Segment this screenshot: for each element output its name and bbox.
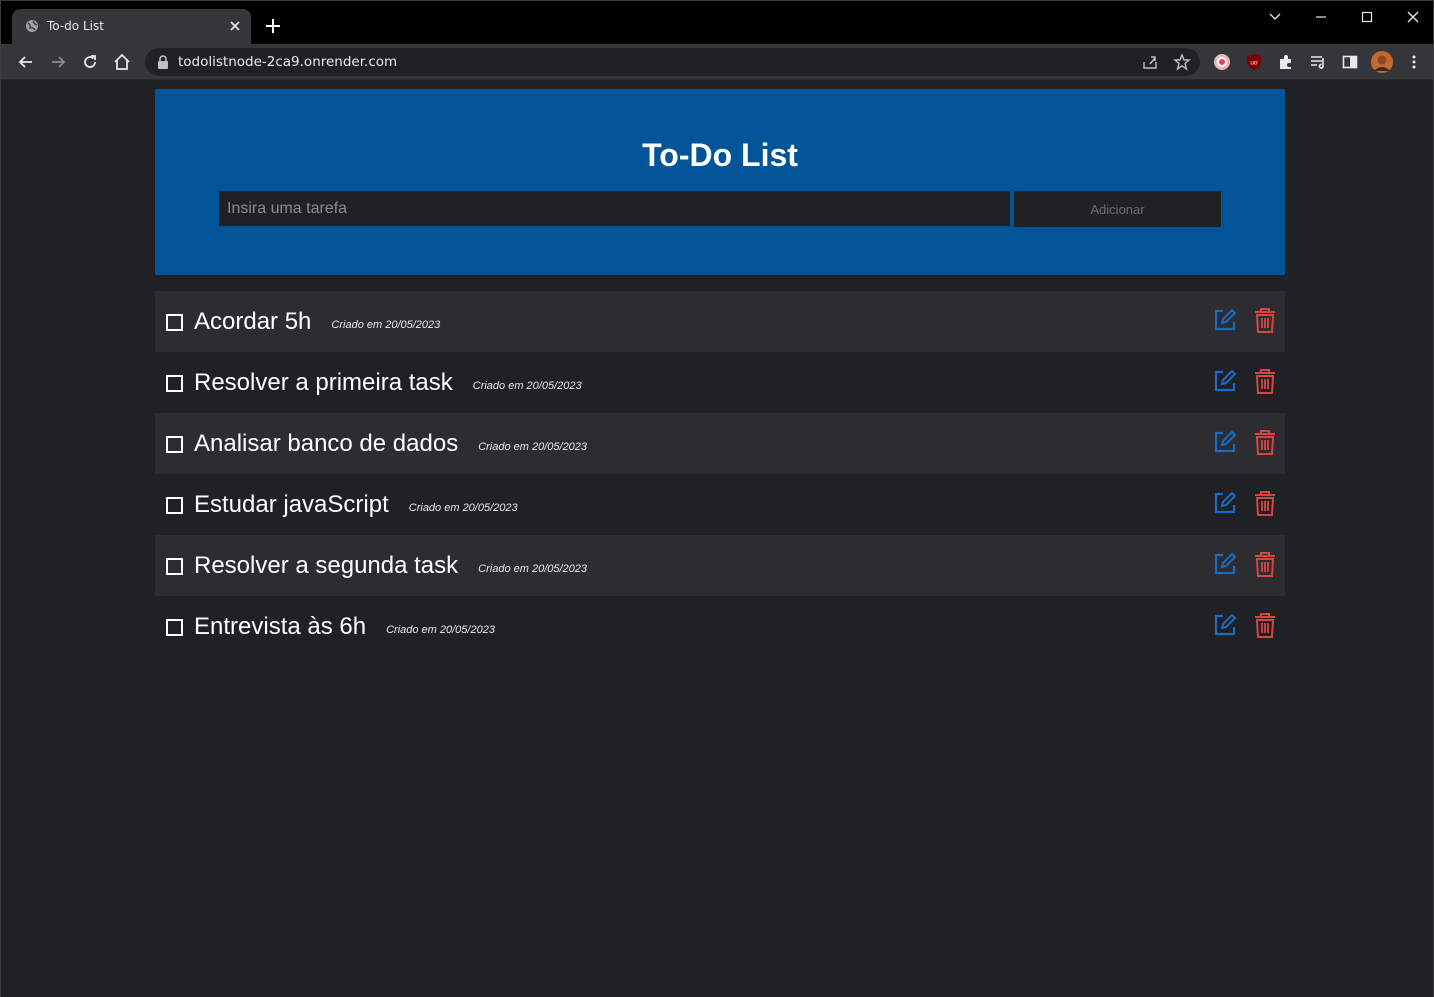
- media-queue-icon[interactable]: [1308, 52, 1328, 72]
- task-row: Resolver a segunda task Criado em 20/05/2…: [155, 535, 1285, 596]
- url-text: todolistnode-2ca9.onrender.com: [178, 54, 398, 70]
- task-row: Acordar 5h Criado em 20/05/2023: [155, 291, 1285, 352]
- chevron-down-icon[interactable]: [1265, 7, 1285, 27]
- ublock-icon[interactable]: uo: [1244, 52, 1264, 72]
- task-checkbox[interactable]: [166, 314, 183, 331]
- maximize-icon[interactable]: [1357, 7, 1377, 27]
- bookmark-star-icon[interactable]: [1173, 53, 1191, 71]
- back-icon[interactable]: [16, 52, 36, 72]
- page-content: To-Do List Adicionar Acordar 5h Criado em…: [1, 81, 1433, 997]
- task-checkbox[interactable]: [166, 375, 183, 392]
- edit-icon[interactable]: [1213, 613, 1237, 637]
- add-task-button[interactable]: Adicionar: [1014, 191, 1221, 227]
- tab-strip: To-do List: [1, 1, 1433, 44]
- task-row: Resolver a primeira task Criado em 20/05/…: [155, 352, 1285, 413]
- close-icon[interactable]: [227, 18, 243, 34]
- browser-toolbar: todolistnode-2ca9.onrender.com uo: [1, 44, 1433, 80]
- page-title: To-Do List: [642, 137, 798, 173]
- task-name: Estudar javaScript: [194, 491, 389, 518]
- side-panel-icon[interactable]: [1340, 52, 1360, 72]
- task-created-date: Criado em 20/05/2023: [472, 379, 582, 392]
- close-window-icon[interactable]: [1403, 7, 1423, 27]
- share-icon[interactable]: [1141, 53, 1159, 71]
- app-header: To-Do List Adicionar: [155, 89, 1285, 275]
- task-list: Acordar 5h Criado em 20/05/2023 Resolver …: [155, 291, 1285, 657]
- trash-icon[interactable]: [1254, 612, 1276, 638]
- avatar[interactable]: [1371, 51, 1393, 73]
- task-checkbox[interactable]: [166, 497, 183, 514]
- extensions-puzzle-icon[interactable]: [1276, 52, 1296, 72]
- task-name: Resolver a segunda task: [194, 552, 459, 579]
- minimize-icon[interactable]: [1311, 7, 1331, 27]
- task-name: Analisar banco de dados: [194, 430, 459, 457]
- edit-icon[interactable]: [1213, 369, 1237, 393]
- task-row: Entrevista às 6h Criado em 20/05/2023: [155, 596, 1285, 657]
- task-row: Estudar javaScript Criado em 20/05/2023: [155, 474, 1285, 535]
- forward-icon[interactable]: [48, 52, 68, 72]
- trash-icon[interactable]: [1254, 551, 1276, 577]
- new-tab-icon[interactable]: [264, 17, 282, 35]
- task-created-date: Criado em 20/05/2023: [408, 501, 518, 514]
- svg-text:uo: uo: [1250, 60, 1258, 67]
- tab-todo-list[interactable]: To-do List: [12, 9, 251, 44]
- edit-icon[interactable]: [1213, 430, 1237, 454]
- task-created-date: Criado em 20/05/2023: [478, 562, 588, 575]
- task-name: Resolver a primeira task: [194, 369, 453, 396]
- task-row: Analisar banco de dados Criado em 20/05/2…: [155, 413, 1285, 474]
- record-extension-icon[interactable]: [1212, 52, 1232, 72]
- address-bar[interactable]: todolistnode-2ca9.onrender.com: [145, 48, 1200, 76]
- home-icon[interactable]: [112, 52, 132, 72]
- lock-icon: [158, 55, 168, 69]
- task-checkbox[interactable]: [166, 436, 183, 453]
- trash-icon[interactable]: [1254, 429, 1276, 455]
- task-created-date: Criado em 20/05/2023: [386, 623, 495, 636]
- trash-icon[interactable]: [1254, 307, 1276, 333]
- task-name: Entrevista às 6h: [194, 613, 367, 640]
- kebab-menu-icon[interactable]: [1404, 52, 1424, 72]
- trash-icon[interactable]: [1254, 490, 1276, 516]
- task-created-date: Criado em 20/05/2023: [331, 318, 441, 331]
- tab-title: To-do List: [47, 19, 104, 33]
- trash-icon[interactable]: [1254, 368, 1276, 394]
- globe-icon: [26, 20, 38, 32]
- browser-window: To-do List todolistnode-2ca9.onrender.co…: [0, 0, 1434, 997]
- edit-icon[interactable]: [1213, 491, 1237, 515]
- task-created-date: Criado em 20/05/2023: [478, 440, 588, 453]
- edit-icon[interactable]: [1213, 552, 1237, 576]
- task-checkbox[interactable]: [166, 558, 183, 575]
- edit-icon[interactable]: [1213, 308, 1237, 332]
- task-input[interactable]: [219, 191, 1010, 226]
- reload-icon[interactable]: [80, 52, 100, 72]
- task-name: Acordar 5h: [194, 308, 312, 335]
- task-checkbox[interactable]: [166, 619, 183, 636]
